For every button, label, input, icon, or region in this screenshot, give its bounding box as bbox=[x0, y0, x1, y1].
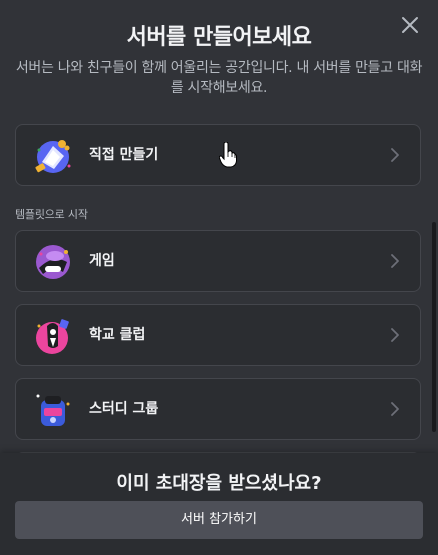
template-option-school-club[interactable]: 학교 클럽 bbox=[15, 304, 421, 366]
modal-title: 서버를 만들어보세요 bbox=[126, 25, 312, 50]
chevron-right-icon bbox=[391, 148, 399, 162]
templates-section-label: 템플릿으로 시작 bbox=[15, 208, 88, 221]
chevron-right-icon bbox=[391, 402, 399, 416]
school-club-template-icon bbox=[36, 319, 69, 354]
create-own-option[interactable]: 직접 만들기 bbox=[15, 124, 421, 186]
chevron-right-icon bbox=[391, 254, 399, 268]
gaming-template-icon bbox=[36, 245, 70, 279]
template-label: 학교 클럽 bbox=[89, 327, 146, 343]
create-own-label: 직접 만들기 bbox=[89, 147, 159, 163]
join-server-button[interactable]: 서버 참가하기 bbox=[15, 501, 423, 539]
template-label: 게임 bbox=[89, 253, 115, 269]
modal-subtitle: 서버는 나와 친구들이 함께 어울리는 공간입니다. 내 서버를 만들고 대화를… bbox=[15, 60, 423, 96]
template-label: 스터디 그룹 bbox=[89, 401, 159, 417]
create-server-icon bbox=[35, 140, 71, 173]
modal-footer: 이미 초대장을 받으셨나요? 서버 참가하기 bbox=[0, 453, 438, 555]
template-option-study-group[interactable]: 스터디 그룹 bbox=[15, 378, 421, 440]
footer-title: 이미 초대장을 받으셨나요? bbox=[116, 473, 322, 494]
scrollbar-thumb[interactable] bbox=[432, 222, 436, 432]
study-group-template-icon bbox=[36, 394, 70, 426]
create-server-modal: 서버를 만들어보세요 서버는 나와 친구들이 함께 어울리는 공간입니다. 내 … bbox=[0, 0, 438, 555]
template-option-gaming[interactable]: 게임 bbox=[15, 230, 421, 292]
chevron-right-icon bbox=[391, 328, 399, 342]
